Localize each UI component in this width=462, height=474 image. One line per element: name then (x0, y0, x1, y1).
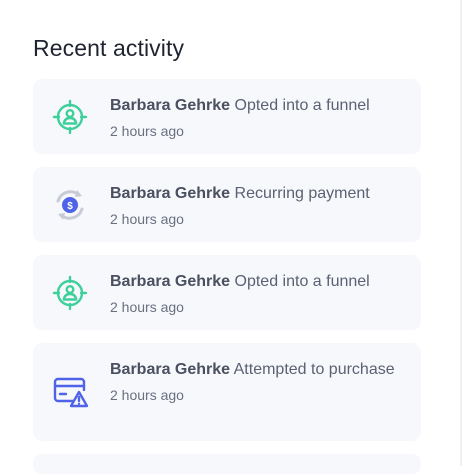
activity-text: Barbara Gehrke Opted into a funnel (110, 94, 410, 118)
recurring-payment-icon: $ (51, 186, 89, 224)
activity-timestamp: 2 hours ago (110, 123, 184, 139)
activity-content: Barbara Gehrke Recurring payment 2 hours… (110, 182, 410, 229)
activity-text: Barbara Gehrke Opted into a funnel (110, 270, 410, 294)
activity-user-name: Barbara Gehrke (110, 185, 231, 202)
activity-timestamp: 2 hours ago (110, 211, 184, 227)
activity-user-name: Barbara Gehrke (110, 97, 231, 114)
activity-content: Barbara Gehrke Opted into a funnel 2 hou… (110, 94, 410, 141)
activity-action: Recurring payment (234, 185, 370, 202)
activity-content: Barbara Gehrke Opted into a funnel 2 hou… (110, 270, 410, 317)
activity-content: Barbara Gehrke Attempted to purchase 2 h… (110, 358, 410, 405)
card-warning-icon (51, 373, 89, 411)
activity-text: Barbara Gehrke Attempted to purchase (110, 358, 410, 382)
activity-action: Attempted to purchase (233, 361, 395, 378)
svg-text:$: $ (67, 201, 73, 212)
activity-text: Barbara Gehrke Recurring payment (110, 182, 410, 206)
activity-item[interactable]: $ Barbara Gehrke Recurring payment 2 hou… (33, 167, 421, 242)
activity-item[interactable]: Barbara Gehrke Opted into a funnel 2 hou… (33, 79, 421, 154)
activity-item[interactable]: Barbara Gehrke Opted into a funnel 2 hou… (33, 255, 421, 330)
funnel-target-icon (51, 274, 89, 312)
activity-item[interactable]: Barbara Gehrke Attempted to purchase 2 h… (33, 343, 421, 441)
funnel-target-icon (51, 98, 89, 136)
activity-list: Barbara Gehrke Opted into a funnel 2 hou… (33, 79, 421, 474)
activity-action: Opted into a funnel (234, 273, 370, 290)
activity-user-name: Barbara Gehrke (110, 273, 231, 290)
section-title: Recent activity (33, 35, 185, 61)
activity-user-name: Barbara Gehrke (110, 361, 231, 378)
activity-timestamp: 2 hours ago (110, 299, 184, 315)
activity-action: Opted into a funnel (234, 97, 370, 114)
activity-timestamp: 2 hours ago (110, 387, 184, 403)
activity-item[interactable] (33, 454, 421, 474)
recent-activity-panel: Recent activity Barbara Gehrke Opted int… (0, 0, 462, 474)
